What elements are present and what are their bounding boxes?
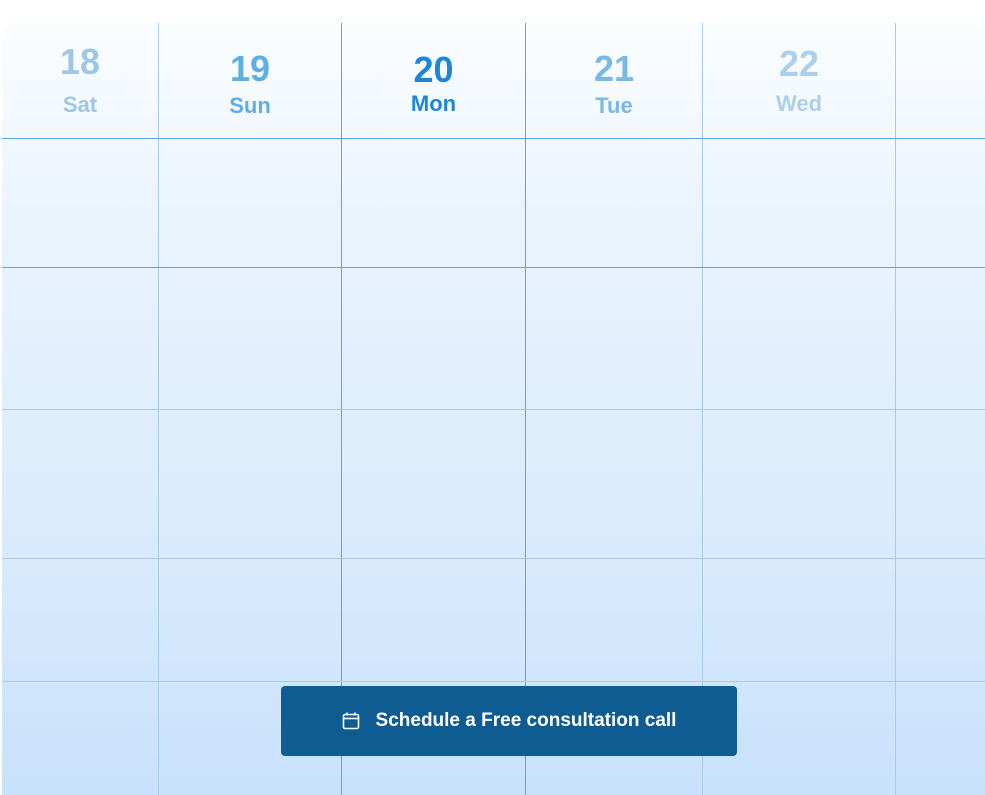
schedule-consultation-label: Schedule a Free consultation call: [375, 710, 677, 731]
day-number: 22: [778, 43, 820, 84]
day-header-sun[interactable]: 19 Sun: [159, 23, 341, 119]
day-number: 20: [413, 49, 454, 90]
day-header-tue[interactable]: 21 Tue: [526, 23, 702, 119]
day-number: 19: [229, 48, 271, 89]
day-name: Tue: [595, 93, 633, 118]
day-number: 18: [59, 41, 101, 82]
day-number: 21: [593, 48, 635, 89]
calendar-week-grid: 18 Sat 19 Sun 20 Mon 21 Tue 22 Wed: [2, 23, 985, 795]
day-name: Wed: [775, 91, 823, 116]
grid-line: [2, 681, 985, 682]
grid-line: [2, 409, 985, 410]
calendar-icon: [342, 712, 359, 730]
day-header-sat[interactable]: 18 Sat: [2, 23, 158, 118]
grid-line: [2, 138, 985, 139]
day-header-mon-selected[interactable]: 20 Mon: [342, 23, 525, 117]
day-name: Sat: [62, 92, 98, 117]
day-name: Sun: [229, 93, 271, 118]
day-name: Mon: [410, 91, 457, 116]
grid-line: [2, 558, 985, 559]
grid-line: [2, 267, 985, 268]
schedule-consultation-button[interactable]: Schedule a Free consultation call: [281, 686, 737, 756]
day-header-wed[interactable]: 22 Wed: [703, 23, 895, 117]
